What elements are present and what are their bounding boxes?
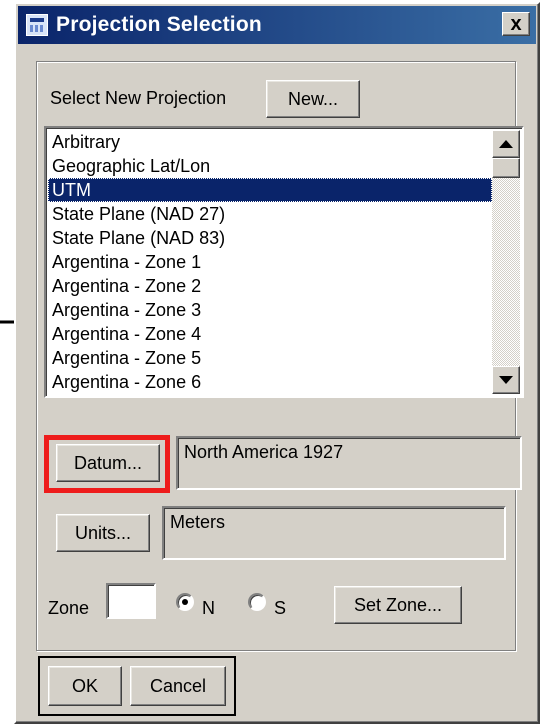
close-icon: x	[510, 13, 522, 35]
projection-list-item[interactable]: State Plane (NAD 83)	[48, 226, 492, 250]
window-title: Projection Selection	[56, 13, 262, 36]
projection-list-item[interactable]: Argentina - Zone 6	[48, 370, 492, 394]
close-button[interactable]: x	[502, 12, 530, 36]
north-label: N	[202, 598, 215, 618]
set-zone-button-label: Set Zone...	[353, 594, 443, 615]
projection-list-item[interactable]: Argentina - Zone 4	[48, 322, 492, 346]
scroll-up-icon	[499, 140, 513, 148]
units-button[interactable]: Units...	[56, 514, 150, 552]
new-projection-button[interactable]: New...	[266, 80, 360, 118]
zone-input[interactable]	[106, 583, 156, 619]
north-radio[interactable]	[176, 593, 194, 611]
datum-highlight-box	[44, 435, 170, 493]
title-bar: Projection Selection x	[18, 6, 536, 44]
projection-list-item[interactable]: Argentina - Zone 5	[48, 346, 492, 370]
projection-list-item[interactable]: Argentina - Zone 7	[48, 394, 492, 396]
select-projection-label: Select New Projection	[50, 88, 227, 108]
cancel-button[interactable]: Cancel	[130, 666, 226, 706]
projection-list-item[interactable]: UTM	[48, 178, 492, 202]
scroll-thumb[interactable]	[492, 158, 520, 178]
south-radio[interactable]	[248, 593, 266, 611]
units-value-field: Meters	[162, 506, 506, 560]
datum-value-field: North America 1927	[176, 436, 522, 490]
projection-list: Arbitrary Geographic Lat/Lon UTM State Plan…	[48, 130, 492, 396]
projection-list-item[interactable]: Arbitrary	[48, 130, 492, 154]
projection-list-item[interactable]: Argentina - Zone 1	[48, 250, 492, 274]
cancel-button-label: Cancel	[149, 675, 207, 696]
window-icon	[26, 14, 48, 36]
projection-listbox[interactable]: Arbitrary Geographic Lat/Lon UTM State Plan…	[44, 126, 524, 398]
projection-list-item[interactable]: Argentina - Zone 2	[48, 274, 492, 298]
units-button-label: Units...	[74, 522, 131, 543]
scroll-up-button[interactable]	[492, 130, 520, 158]
ok-button[interactable]: OK	[48, 666, 122, 706]
zone-label: Zone	[48, 598, 90, 618]
scroll-down-button[interactable]	[492, 366, 520, 394]
ok-button-label: OK	[71, 675, 98, 696]
projection-list-item[interactable]: Geographic Lat/Lon	[48, 154, 492, 178]
set-zone-button[interactable]: Set Zone...	[334, 586, 462, 624]
projection-scrollbar[interactable]	[492, 130, 520, 394]
projection-list-item[interactable]: Argentina - Zone 3	[48, 298, 492, 322]
projection-selection-dialog: Projection Selection x Select New Projec…	[14, 2, 540, 724]
scroll-down-icon	[499, 376, 513, 384]
dialog-buttons-group: OK Cancel	[38, 656, 236, 716]
new-projection-button-label: New...	[287, 88, 339, 109]
south-label: S	[274, 598, 287, 618]
projection-list-item[interactable]: State Plane (NAD 27)	[48, 202, 492, 226]
